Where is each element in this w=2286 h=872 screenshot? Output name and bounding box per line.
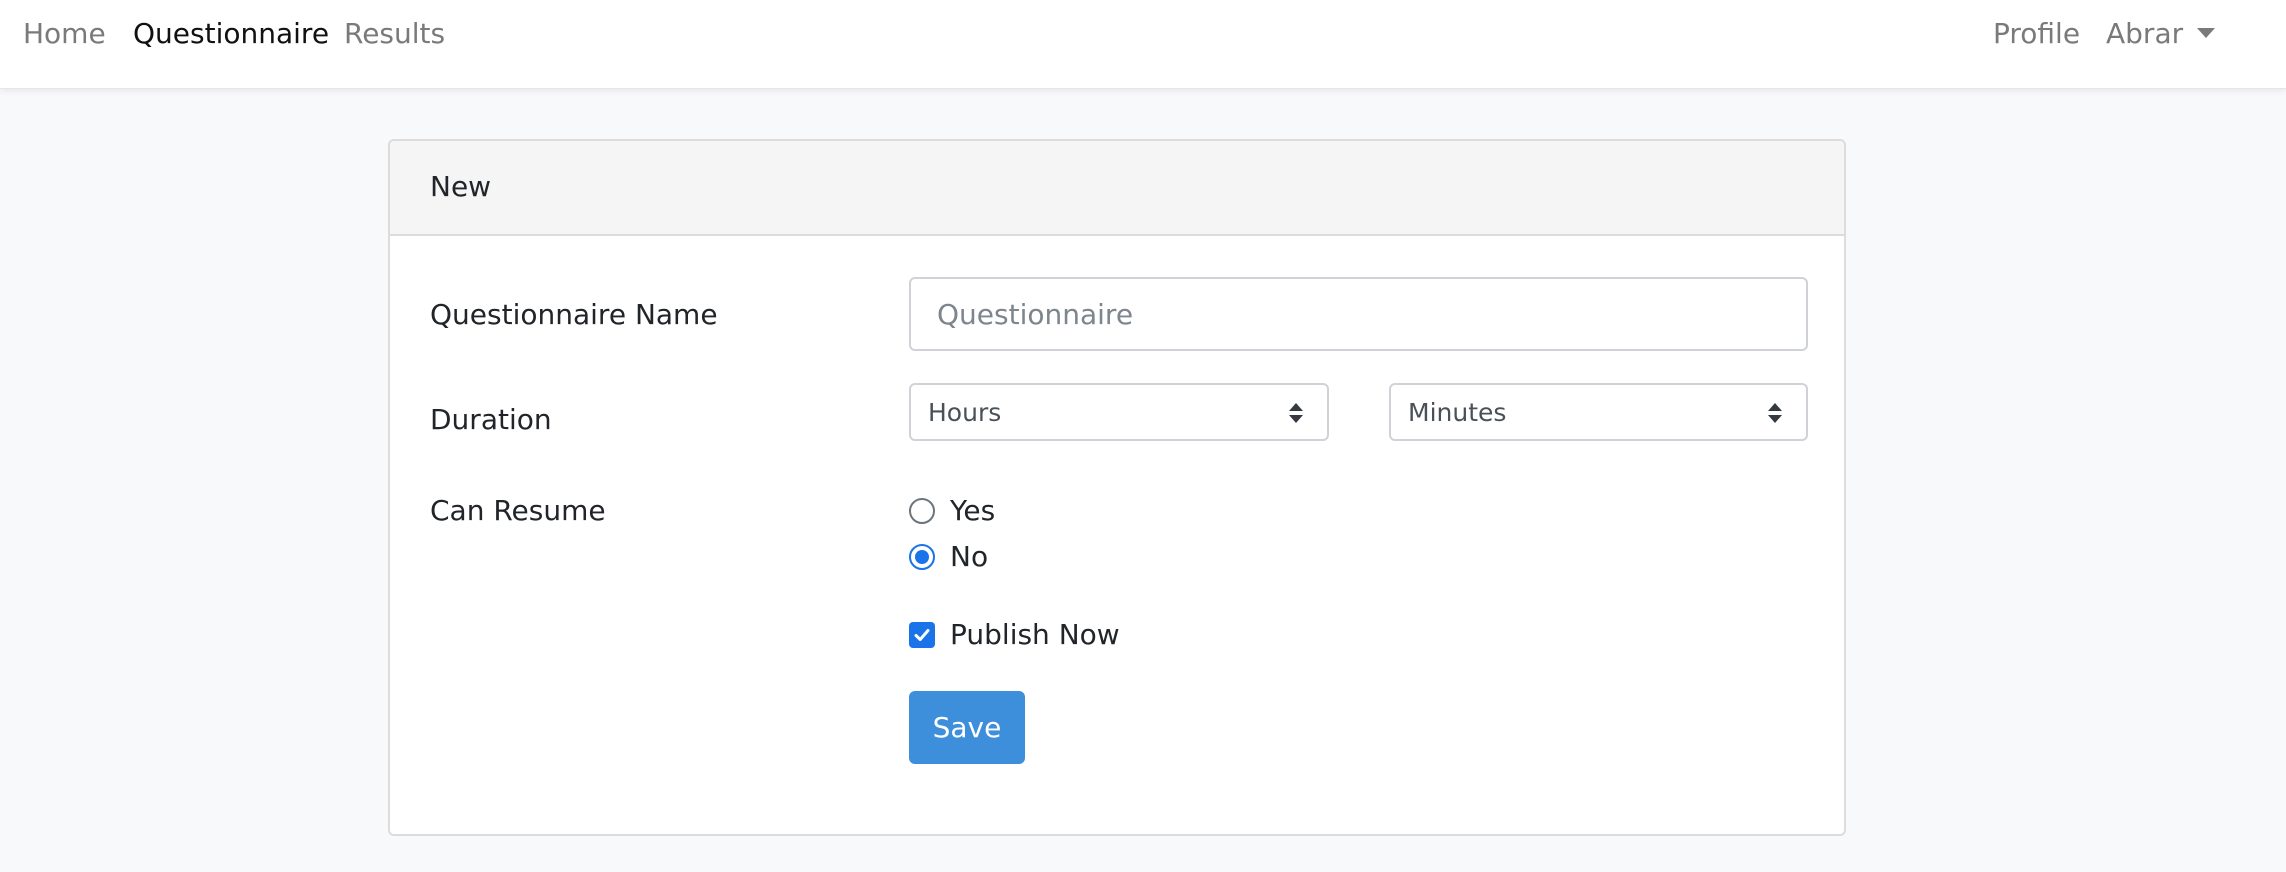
caret-down-icon bbox=[2197, 28, 2216, 38]
nav-results-link[interactable]: Results bbox=[344, 14, 445, 54]
duration-label: Duration bbox=[430, 403, 552, 436]
questionnaire-name-label: Questionnaire Name bbox=[430, 298, 718, 331]
select-arrows-icon bbox=[1289, 403, 1303, 425]
user-menu-dropdown[interactable]: Abrar bbox=[2106, 14, 2216, 54]
top-navbar: Home Questionnaire Results Profile Abrar bbox=[0, 0, 2286, 89]
card-title: New bbox=[430, 170, 492, 203]
check-icon bbox=[914, 629, 930, 641]
hours-select[interactable]: Hours bbox=[909, 383, 1329, 441]
user-name: Abrar bbox=[2106, 17, 2184, 50]
nav-questionnaire-link[interactable]: Questionnaire bbox=[133, 14, 329, 54]
hours-select-value: Hours bbox=[928, 398, 1002, 427]
card-header: New bbox=[390, 141, 1844, 236]
new-questionnaire-card: New Questionnaire Name Duration Hours Mi… bbox=[388, 139, 1846, 836]
minutes-select-value: Minutes bbox=[1408, 398, 1507, 427]
can-resume-label: Can Resume bbox=[430, 494, 606, 527]
nav-profile-link[interactable]: Profile bbox=[1993, 14, 2080, 54]
resume-yes-label[interactable]: Yes bbox=[950, 491, 995, 531]
nav-home-link[interactable]: Home bbox=[23, 14, 106, 54]
publish-now-label[interactable]: Publish Now bbox=[950, 615, 1120, 655]
resume-yes-radio[interactable] bbox=[909, 498, 935, 524]
questionnaire-name-input[interactable] bbox=[909, 277, 1808, 351]
minutes-select[interactable]: Minutes bbox=[1389, 383, 1808, 441]
resume-no-label[interactable]: No bbox=[950, 537, 988, 577]
select-arrows-icon bbox=[1768, 403, 1782, 425]
resume-no-radio[interactable] bbox=[909, 544, 935, 570]
save-button[interactable]: Save bbox=[909, 691, 1025, 764]
publish-now-checkbox[interactable] bbox=[909, 622, 935, 648]
